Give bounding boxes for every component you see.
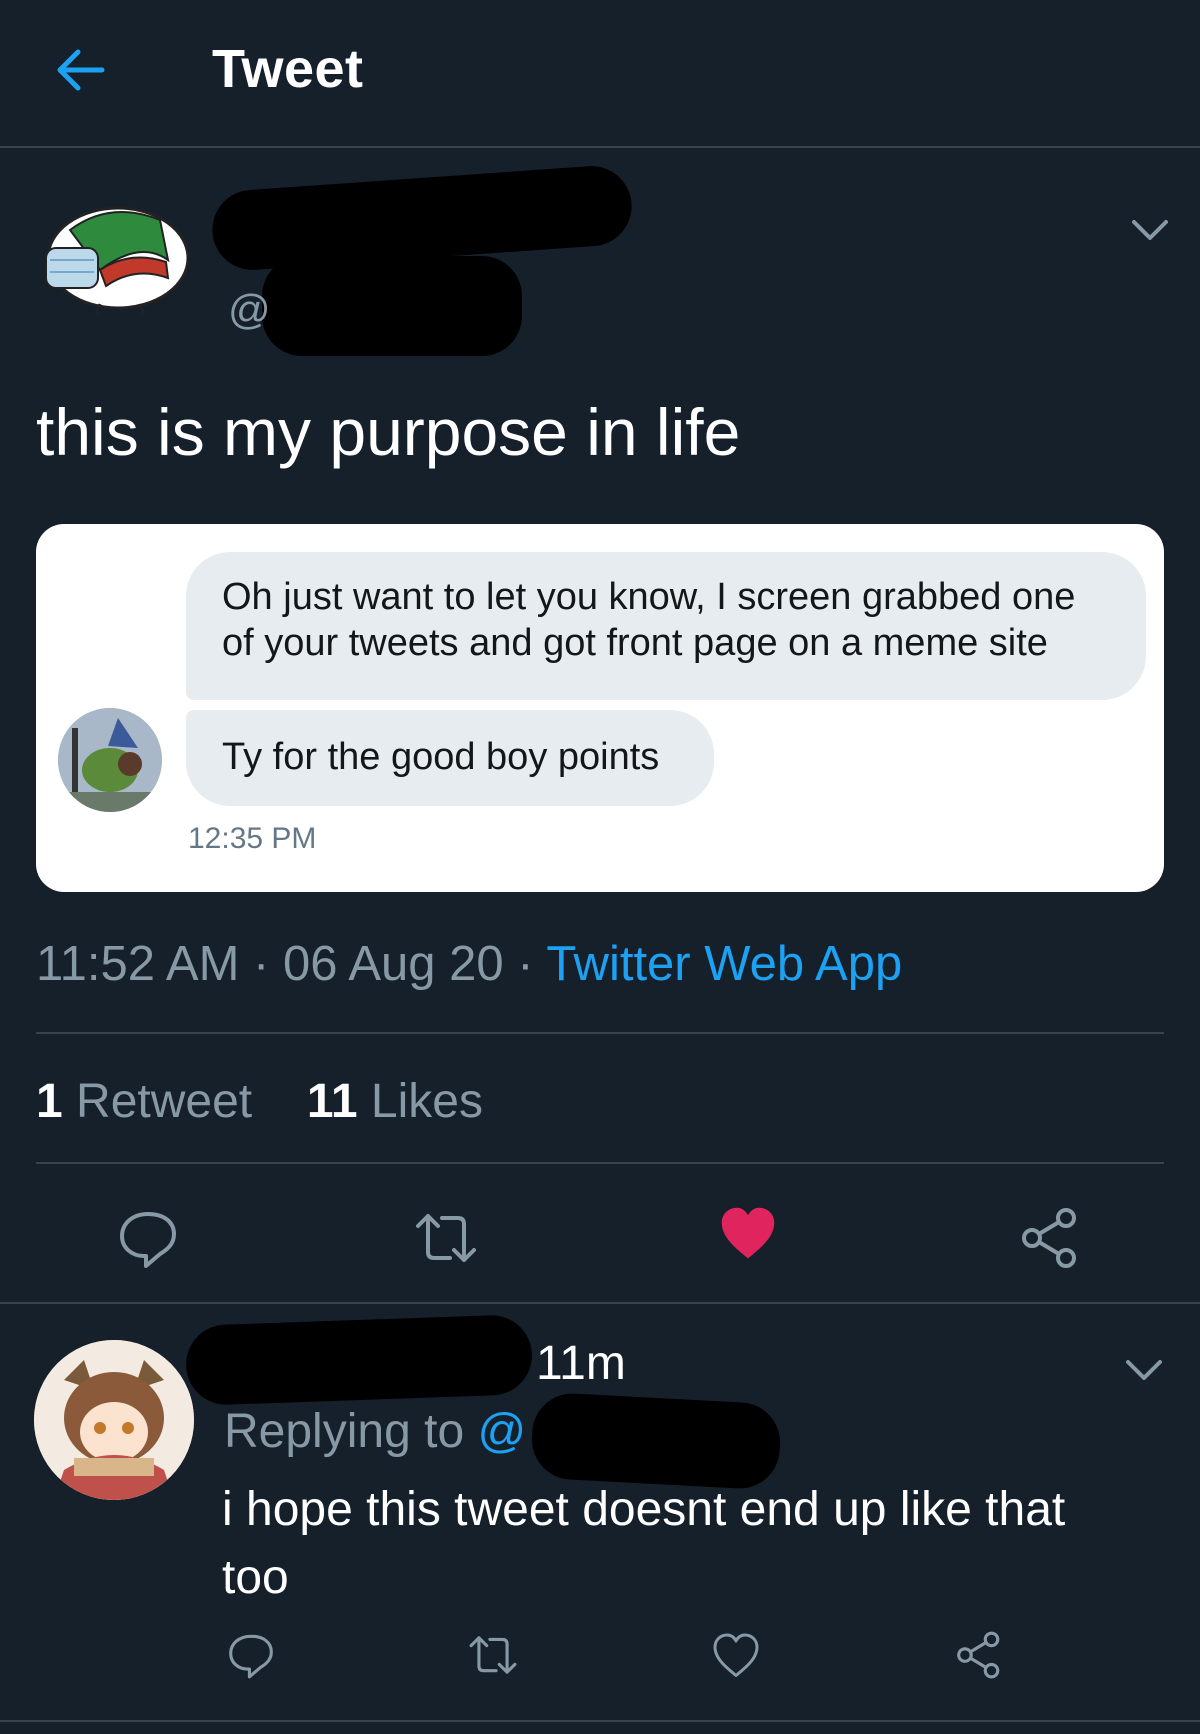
author-avatar[interactable] [40, 200, 192, 316]
tweet-image[interactable]: Oh just want to let you know, I screen g… [36, 524, 1164, 892]
like-stat[interactable]: 11 Likes [307, 1075, 483, 1128]
replying-to: Replying to @ [224, 1404, 526, 1459]
like-icon[interactable] [712, 1632, 760, 1680]
dm-timestamp: 12:35 PM [188, 822, 317, 855]
reply-icon[interactable] [226, 1630, 276, 1680]
divider [0, 1720, 1200, 1722]
reply-author-avatar[interactable] [34, 1340, 194, 1500]
dm-message-bubble: Ty for the good boy points [186, 710, 714, 806]
retweet-count: 1 [36, 1075, 63, 1128]
divider [36, 1162, 1164, 1164]
retweet-icon[interactable] [414, 1206, 478, 1270]
reply-text: i hope this tweet doesnt end up like tha… [222, 1483, 1066, 1604]
like-label: Likes [370, 1075, 483, 1128]
tweet-detail-page: Tweet @ this is my purpose in life Oh ju… [0, 0, 1200, 1734]
tweet-text: this is my purpose in life [36, 395, 741, 469]
chevron-down-icon[interactable] [1128, 210, 1172, 250]
retweet-icon[interactable] [468, 1630, 518, 1680]
tweet-date-time: 11:52 AM · 06 Aug 20 · [36, 937, 547, 991]
author-handle-prefix: @ [228, 286, 271, 333]
share-icon[interactable] [954, 1630, 1004, 1680]
retweet-stat[interactable]: 1 Retweet [36, 1075, 252, 1128]
dm-sender-avatar [58, 708, 162, 812]
replying-to-handle[interactable]: @ [477, 1405, 526, 1458]
share-icon[interactable] [1018, 1206, 1082, 1270]
redacted-handle [262, 256, 522, 356]
redacted-display-name [184, 1313, 534, 1407]
divider [36, 1032, 1164, 1034]
chevron-down-icon[interactable] [1122, 1350, 1166, 1390]
divider [0, 1302, 1200, 1304]
tweet-timestamp: 11:52 AM · 06 Aug 20 · Twitter Web App [36, 936, 902, 992]
tweet-source-link[interactable]: Twitter Web App [546, 937, 902, 991]
like-count: 11 [306, 1075, 358, 1128]
replying-to-label: Replying to [224, 1405, 478, 1458]
like-icon-filled[interactable] [718, 1204, 778, 1264]
dm-message-bubble: Oh just want to let you know, I screen g… [186, 552, 1146, 700]
reply-icon[interactable] [116, 1206, 180, 1270]
retweet-label: Retweet [76, 1075, 253, 1128]
top-bar: Tweet [0, 0, 1200, 148]
page-title: Tweet [212, 39, 364, 99]
arrow-left-icon[interactable] [52, 42, 108, 98]
reply-timestamp: 11m [536, 1337, 626, 1390]
tweet-stats: 1 Retweet 11 Likes [36, 1074, 483, 1129]
